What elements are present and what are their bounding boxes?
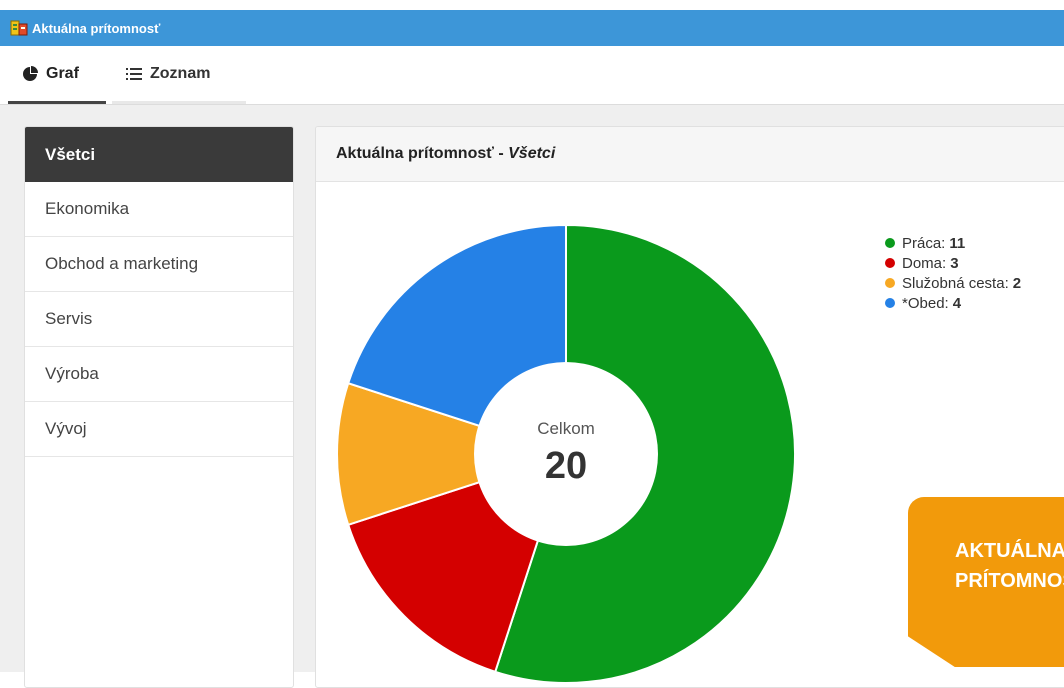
legend-label: Doma: [902, 254, 947, 272]
legend-dot [885, 278, 895, 288]
sidebar-item-label: Servis [45, 309, 93, 328]
tab-graf-label: Graf [46, 64, 79, 82]
window-title: Aktuálna prítomnosť [32, 20, 161, 36]
tab-zoznam-label: Zoznam [150, 64, 211, 82]
top-strip [0, 0, 1064, 10]
window-titlebar: Aktuálna prítomnosť [0, 10, 1064, 46]
pie-chart-icon [22, 65, 38, 82]
promo-line-1: AKTUÁLNA [955, 540, 1064, 562]
legend-value: 4 [952, 294, 962, 312]
main-content: Všetci Ekonomika Obchod a marketing Serv… [0, 105, 1064, 688]
sidebar-item-label: Obchod a marketing [45, 254, 199, 273]
legend-value: 11 [949, 234, 966, 252]
view-tabs: Graf Zoznam [0, 46, 1064, 105]
sidebar-item-servis[interactable]: Servis [25, 292, 293, 347]
legend-label: *Obed: [902, 294, 949, 312]
legend-dot [885, 298, 895, 308]
sidebar-item-ekonomika[interactable]: Ekonomika [25, 182, 293, 237]
legend-dot [885, 258, 895, 268]
legend-label: Práca: [902, 234, 946, 252]
legend-item[interactable]: Práca: 11 [885, 233, 1021, 253]
legend-item[interactable]: *Obed: 4 [885, 293, 1021, 313]
legend-value: 2 [1012, 274, 1022, 292]
department-sidebar: Všetci Ekonomika Obchod a marketing Serv… [24, 126, 294, 688]
promo-line-2: PRÍTOMNOSŤ [955, 570, 1064, 592]
legend-item[interactable]: Doma: 3 [885, 253, 1021, 273]
legend-item[interactable]: Služobná cesta: 2 [885, 273, 1021, 293]
sidebar-item-vyvoj[interactable]: Vývoj [25, 402, 293, 457]
legend-dot [885, 238, 895, 248]
sidebar-item-obchod-a-marketing[interactable]: Obchod a marketing [25, 237, 293, 292]
tab-graf[interactable]: Graf [8, 46, 106, 104]
donut-center-value: 20 [545, 445, 587, 487]
tab-zoznam[interactable]: Zoznam [112, 46, 246, 104]
legend-value: 3 [950, 254, 959, 272]
list-icon [126, 67, 142, 81]
app-icon [10, 19, 28, 37]
legend-label: Služobná cesta: [902, 274, 1009, 292]
chart-legend: Práca: 11 Doma: 3 Služobná cesta: 2 *Obed: 4 [885, 233, 1021, 313]
promo-text: AKTUÁLNA PRÍTOMNOSŤ [955, 536, 1064, 596]
sidebar-item-vsetci[interactable]: Všetci [25, 127, 293, 182]
sidebar-item-vyroba[interactable]: Výroba [25, 347, 293, 402]
donut-center-label: Celkom [537, 419, 595, 438]
sidebar-item-label: Vývoj [45, 419, 87, 438]
sidebar-item-label: Všetci [45, 144, 96, 164]
sidebar-item-label: Výroba [45, 364, 99, 383]
sidebar-item-label: Ekonomika [45, 199, 130, 218]
